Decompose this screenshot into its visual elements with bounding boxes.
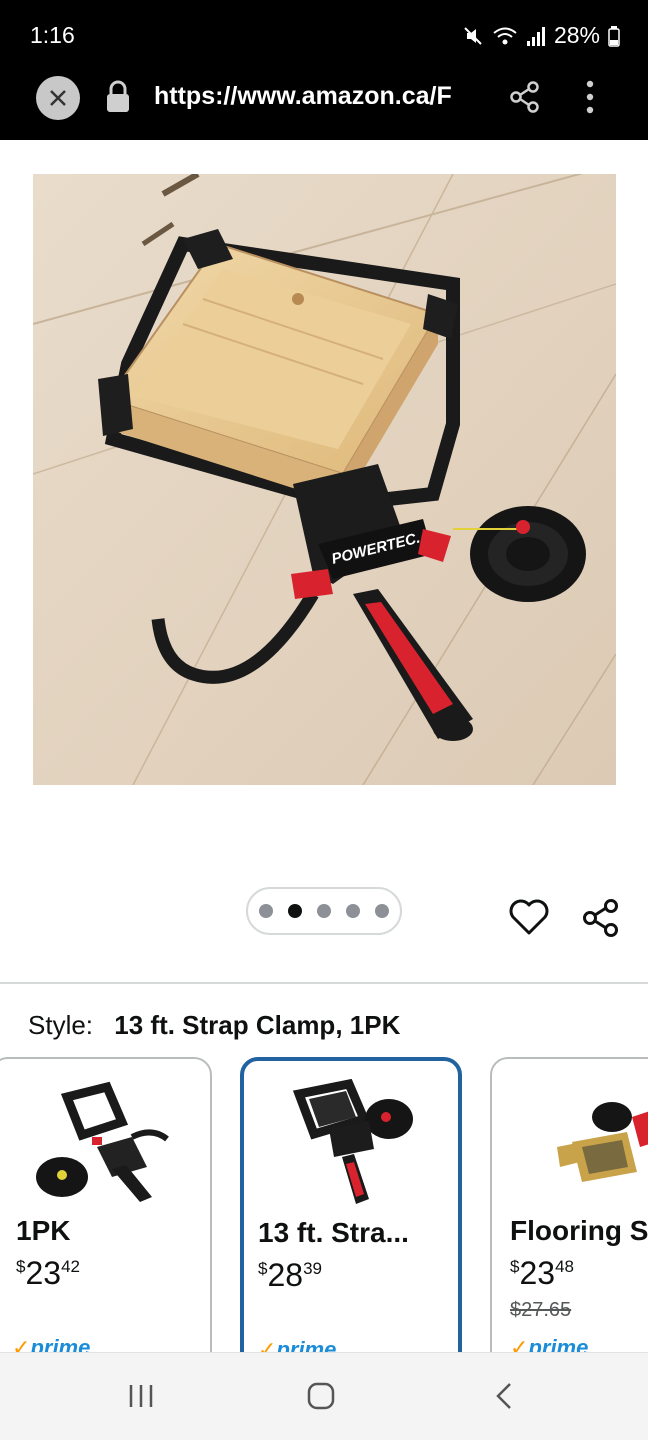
variant-card[interactable]: Flooring S $2348 $27.65 ✓prime: [490, 1057, 648, 1387]
variant-title: Flooring S: [510, 1215, 648, 1246]
carousel-dot[interactable]: [259, 904, 273, 918]
variant-thumbnail: [557, 1102, 648, 1182]
share-icon[interactable]: [580, 897, 622, 939]
home-icon[interactable]: [306, 1381, 336, 1411]
variant-card-selected[interactable]: 13 ft. Stra... $2839 ✓prime: [240, 1057, 462, 1387]
section-divider: [0, 982, 648, 984]
carousel-dot[interactable]: [375, 904, 389, 918]
style-value: 13 ft. Strap Clamp, 1PK: [114, 1010, 401, 1040]
image-carousel-indicator[interactable]: [246, 887, 402, 935]
style-selector-label: Style: 13 ft. Strap Clamp, 1PK: [28, 1010, 400, 1041]
more-vert-icon[interactable]: [574, 78, 606, 116]
status-icons: 28%: [462, 22, 620, 49]
wifi-icon: [493, 27, 517, 44]
battery-icon: [608, 25, 620, 47]
variant-list-price: $27.65: [510, 1299, 572, 1321]
carousel-dot[interactable]: [346, 904, 360, 918]
url-text[interactable]: https://www.amazon.ca/F: [154, 82, 484, 111]
variant-price: $2839: [258, 1257, 322, 1293]
share-icon[interactable]: [508, 80, 542, 114]
status-bar: 1:16 28%: [0, 0, 648, 66]
variant-thumbnail: [292, 1079, 413, 1204]
battery-percent: 28%: [553, 22, 600, 48]
system-nav-bar: [0, 1352, 648, 1440]
product-image[interactable]: POWERTEC.: [33, 174, 616, 785]
recents-icon[interactable]: [128, 1381, 154, 1411]
status-time: 1:16: [30, 22, 75, 48]
close-icon: [50, 90, 66, 106]
style-label: Style:: [28, 1010, 94, 1040]
mute-icon: [464, 26, 482, 45]
variant-thumbnail: [36, 1081, 169, 1202]
close-tab-button[interactable]: [36, 76, 80, 120]
browser-toolbar: https://www.amazon.ca/F: [0, 66, 648, 140]
carousel-dot-active[interactable]: [288, 904, 302, 918]
heart-icon[interactable]: [508, 897, 550, 937]
variant-title: 13 ft. Stra...: [258, 1217, 409, 1248]
variant-price: $2348: [510, 1255, 574, 1291]
back-icon[interactable]: [492, 1381, 516, 1411]
signal-icon: [526, 26, 545, 46]
carousel-dot[interactable]: [317, 904, 331, 918]
lock-icon[interactable]: [104, 80, 132, 114]
variant-price: $2342: [16, 1255, 80, 1291]
variant-card[interactable]: 1PK $2342 ✓prime: [0, 1057, 212, 1387]
variant-title: 1PK: [16, 1215, 71, 1246]
